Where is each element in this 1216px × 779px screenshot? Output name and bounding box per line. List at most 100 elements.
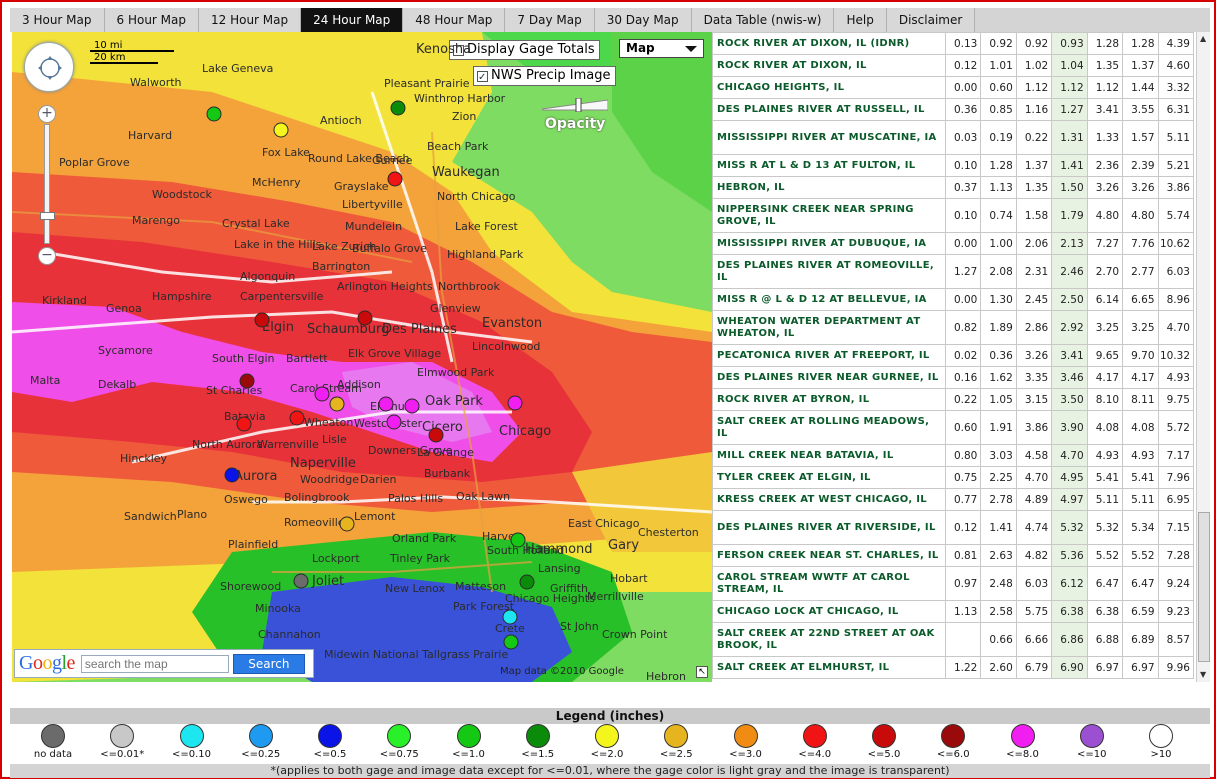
gage-marker[interactable] [239,373,255,389]
station-name[interactable]: NIPPERSINK CREEK NEAR SPRING GROVE, IL [712,198,946,233]
gage-marker[interactable] [293,573,309,589]
table-row[interactable]: CHICAGO LOCK AT CHICAGO, IL 1.13 2.58 5.75 6… [712,600,1195,623]
gage-marker[interactable] [428,427,444,443]
display-gage-totals-toggle[interactable]: Display Gage Totals [449,40,600,60]
scroll-down-icon[interactable]: ▼ [1200,670,1206,679]
table-scrollbar[interactable]: ▲ ▼ [1196,32,1210,682]
station-name[interactable]: HEBRON, IL [712,176,946,199]
table-row[interactable]: FERSON CREEK NEAR ST. CHARLES, IL 0.81 2.6… [712,544,1195,567]
map-search-button[interactable]: Search [232,653,305,674]
station-name[interactable]: SALT CREEK AT ROLLING MEADOWS, IL [712,410,946,445]
zoom-slider-thumb[interactable] [40,212,55,220]
tab-3-hour-map[interactable]: 3 Hour Map [10,8,105,32]
station-name[interactable]: ROCK RIVER AT BYRON, IL [712,388,946,411]
scroll-up-icon[interactable]: ▲ [1200,34,1206,43]
zoom-slider-track[interactable] [44,124,50,244]
gage-marker[interactable] [273,122,289,138]
table-row[interactable]: MISSISSIPPI RIVER AT MUSCATINE, IA 0.03 0.… [712,120,1195,155]
map-type-select[interactable]: Map [619,39,704,58]
gage-marker[interactable] [510,532,526,548]
station-name[interactable]: TYLER CREEK AT ELGIN, IL [712,466,946,489]
station-name[interactable]: KRESS CREEK AT WEST CHICAGO, IL [712,488,946,511]
tab-7-day-map[interactable]: 7 Day Map [505,8,595,32]
table-row[interactable]: SALT CREEK AT ROLLING MEADOWS, IL 0.60 1.9… [712,410,1195,445]
gage-marker[interactable] [289,410,305,426]
gage-marker[interactable] [503,634,519,650]
station-name[interactable]: FERSON CREEK NEAR ST. CHARLES, IL [712,544,946,567]
table-row[interactable]: CAROL STREAM WWTF AT CAROL STREAM, IL 0.9… [712,566,1195,601]
tab-disclaimer[interactable]: Disclaimer [886,8,976,32]
station-name[interactable]: MISS R AT L & D 13 AT FULTON, IL [712,154,946,177]
table-row[interactable]: NIPPERSINK CREEK NEAR SPRING GROVE, IL 0.… [712,198,1195,233]
table-row[interactable]: DES PLAINES RIVER AT RUSSELL, IL 0.36 0.85… [712,98,1195,121]
station-name[interactable]: MISSISSIPPI RIVER AT MUSCATINE, IA [712,120,946,155]
gage-marker[interactable] [519,574,535,590]
table-row[interactable]: TYLER CREEK AT ELGIN, IL 0.75 2.25 4.70 4.95… [712,466,1195,489]
table-row[interactable]: PECATONICA RIVER AT FREEPORT, IL 0.02 0.36… [712,344,1195,367]
table-row[interactable]: MISS R AT L & D 13 AT FULTON, IL 0.10 1.28… [712,154,1195,177]
station-name[interactable]: MISSISSIPPI RIVER AT DUBUQUE, IA [712,232,946,255]
gage-marker[interactable] [387,171,403,187]
table-row[interactable]: HEBRON, IL 0.37 1.13 1.35 1.50 3.26 3.26 3.86 [712,176,1195,199]
table-row[interactable]: DES PLAINES RIVER AT RIVERSIDE, IL 0.12 1.… [712,510,1195,545]
gage-marker[interactable] [236,416,252,432]
nws-precip-checkbox[interactable] [477,69,488,87]
zoom-in-button[interactable]: + [38,105,56,123]
zoom-out-button[interactable]: − [38,247,56,265]
scrollbar-thumb[interactable] [1198,512,1210,662]
gage-marker[interactable] [357,310,373,326]
table-row[interactable]: CHICAGO HEIGHTS, IL 0.00 0.60 1.12 1.12 1.12 1… [712,76,1195,99]
station-name[interactable]: CHICAGO HEIGHTS, IL [712,76,946,99]
gage-marker[interactable] [329,396,345,412]
table-row[interactable]: MILL CREEK NEAR BATAVIA, IL 0.80 3.03 4.58 4… [712,444,1195,467]
table-row[interactable]: DES PLAINES RIVER NEAR GURNEE, IL 0.16 1.6… [712,366,1195,389]
tab-24-hour-map[interactable]: 24 Hour Map [301,8,404,32]
gage-marker[interactable] [339,516,355,532]
table-row[interactable]: ROCK RIVER AT DIXON, IL (IDNR) 0.13 0.92 0.… [712,32,1195,55]
station-name[interactable]: DES PLAINES RIVER AT RUSSELL, IL [712,98,946,121]
tab-help[interactable]: Help [834,8,887,32]
precip-map[interactable]: + − 10 mi 20 km Display Gage Totals NWS … [12,32,712,682]
tab-6-hour-map[interactable]: 6 Hour Map [104,8,199,32]
table-row[interactable]: WHEATON WATER DEPARTMENT AT WHEATON, IL 0… [712,310,1195,345]
gage-marker[interactable] [390,100,406,116]
gage-marker[interactable] [224,467,240,483]
opacity-slider[interactable] [542,98,608,112]
station-name[interactable]: MISS R @ L & D 12 AT BELLEVUE, IA [712,288,946,311]
station-name[interactable]: CHICAGO LOCK AT CHICAGO, IL [712,600,946,623]
station-name[interactable]: ROCK RIVER AT DIXON, IL (IDNR) [712,32,946,55]
nws-precip-image-toggle[interactable]: NWS Precip Image [473,66,616,87]
tab-48-hour-map[interactable]: 48 Hour Map [403,8,506,32]
expand-icon[interactable]: ↖ [696,666,708,678]
gage-marker[interactable] [386,414,402,430]
station-name[interactable]: DES PLAINES RIVER AT RIVERSIDE, IL [712,510,946,545]
gage-marker[interactable] [206,106,222,122]
table-row[interactable]: SALT CREEK AT ELMHURST, IL 1.22 2.60 6.79 6.… [712,656,1195,679]
gage-marker[interactable] [314,386,330,402]
station-name[interactable]: MILL CREEK NEAR BATAVIA, IL [712,444,946,467]
station-name[interactable]: PECATONICA RIVER AT FREEPORT, IL [712,344,946,367]
station-name[interactable]: DES PLAINES RIVER AT ROMEOVILLE, IL [712,254,946,289]
station-name[interactable]: CAROL STREAM WWTF AT CAROL STREAM, IL [712,566,946,601]
table-row[interactable]: ROCK RIVER AT BYRON, IL 0.22 1.05 3.15 3.50 8… [712,388,1195,411]
station-name[interactable]: DES PLAINES RIVER NEAR GURNEE, IL [712,366,946,389]
gage-marker[interactable] [502,609,518,625]
station-name[interactable]: ROCK RIVER AT DIXON, IL [712,54,946,77]
gage-marker[interactable] [378,396,394,412]
tab-30-day-map[interactable]: 30 Day Map [594,8,692,32]
map-search-input[interactable] [80,654,229,673]
table-row[interactable]: KRESS CREEK AT WEST CHICAGO, IL 0.77 2.78 4… [712,488,1195,511]
table-row[interactable]: MISSISSIPPI RIVER AT DUBUQUE, IA 0.00 1.00… [712,232,1195,255]
table-row[interactable]: SALT CREEK AT 22ND STREET AT OAK BROOK, … [712,622,1195,657]
pan-control[interactable] [24,42,74,92]
gage-marker[interactable] [254,312,270,328]
tab-12-hour-map[interactable]: 12 Hour Map [199,8,302,32]
station-name[interactable]: SALT CREEK AT ELMHURST, IL [712,656,946,679]
gage-marker[interactable] [507,395,523,411]
station-name[interactable]: SALT CREEK AT 22ND STREET AT OAK BROOK, … [712,622,946,657]
table-row[interactable]: DES PLAINES RIVER AT ROMEOVILLE, IL 1.27 2… [712,254,1195,289]
table-row[interactable]: MISS R @ L & D 12 AT BELLEVUE, IA 0.00 1.3… [712,288,1195,311]
table-row[interactable]: ROCK RIVER AT DIXON, IL 0.12 1.01 1.02 1.04 1… [712,54,1195,77]
tab-data-table-nwis-w[interactable]: Data Table (nwis-w) [691,8,835,32]
station-name[interactable]: WHEATON WATER DEPARTMENT AT WHEATON, IL [712,310,946,345]
